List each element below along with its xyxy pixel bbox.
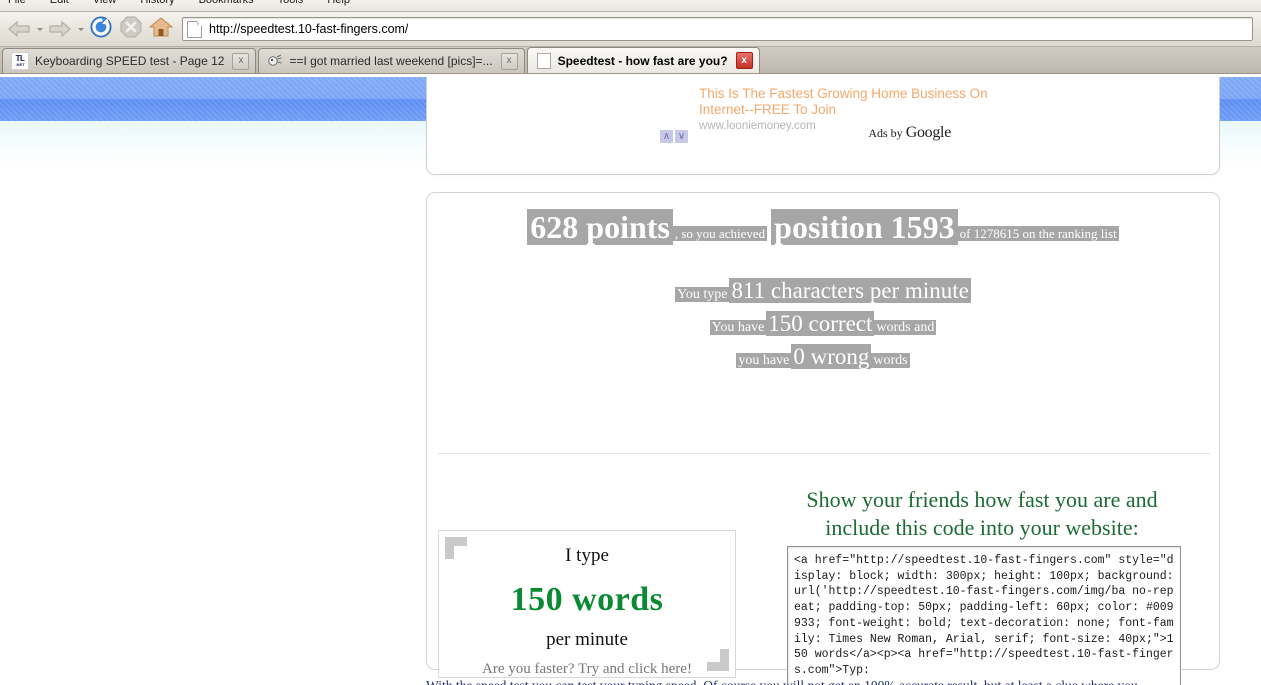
menu-item-bookmarks[interactable]: Bookmarks [197,0,256,6]
arrow-right-icon [48,19,72,39]
reload-icon [89,15,113,44]
points-connector: , so you achieved [672,226,768,241]
corner-bracket-top-left-icon [445,537,467,559]
generic-site-favicon-icon [267,53,283,69]
share-code-heading: Show your friends how fast you are and i… [767,486,1197,542]
share-heading-line2: include this code into your website: [825,515,1139,540]
forward-history-dropdown[interactable] [75,15,86,43]
page-viewport: This Is The Fastest Growing Home Busines… [0,77,1261,685]
position-suffix: of 1278615 on the ranking list [957,226,1119,241]
correct-prefix: You have [709,320,767,335]
wrong-suffix: words [871,353,910,368]
address-bar-text[interactable]: http://speedtest.10-fast-fingers.com/ [209,22,408,36]
page-icon [187,20,202,38]
tab-speedtest[interactable]: Speedtest - how fast are you? x [526,47,760,73]
footer-description: With the speed test you can test your ty… [426,678,1261,685]
forward-button[interactable] [45,15,75,43]
navigation-toolbar: http://speedtest.10-fast-fingers.com/ [0,12,1261,46]
tab-close-icon[interactable]: x [735,52,753,69]
back-button[interactable] [4,15,34,43]
stop-icon [120,16,142,43]
tab-close-icon[interactable]: x [500,52,518,70]
ad-headline-line1[interactable]: This Is The Fastest Growing Home Busines… [699,86,1169,102]
badge-preview[interactable]: I type 150 words per minute Are you fast… [438,530,736,678]
position-value: position 1593 [771,209,958,245]
reload-button[interactable] [86,15,116,43]
back-history-dropdown[interactable] [34,15,45,43]
embed-code-textarea[interactable]: <a href="http://speedtest.10-fast-finger… [787,546,1181,685]
result-summary: 628 points, so you achieved position 159… [427,209,1219,246]
menu-item-view[interactable]: View [91,0,119,6]
points-value: 628 points [527,209,673,245]
share-heading-line1: Show your friends how fast you are and [806,487,1158,512]
advertisement-panel: This Is The Fastest Growing Home Busines… [426,77,1220,175]
tab-title: ==I got married last weekend [pics]=... [289,54,493,68]
tab-title: Keyboarding SPEED test - Page 12 [35,54,225,68]
cpm-value: 811 characters per minute [729,278,971,303]
badge-call-to-action[interactable]: Are you faster? Try and click here! [439,661,735,678]
home-button[interactable] [146,15,176,43]
wrong-words-line: you have 0 wrong words [427,342,1219,375]
tab-strip: TL .NET Keyboarding SPEED test - Page 12 … [0,46,1261,73]
correct-words-line: You have 150 correct words and [427,309,1219,342]
section-divider [438,453,1210,454]
badge-unit: per minute [546,629,628,650]
tl-net-favicon-icon: TL .NET [11,52,29,70]
cpm-prefix: You type [675,287,730,302]
ad-pager: ∧ ∨ [660,130,688,143]
menu-item-help[interactable]: Help [325,0,352,6]
menu-item-file[interactable]: File [6,0,28,6]
google-wordmark: Google [905,124,952,141]
correct-value: 150 correct [766,311,875,336]
corner-bracket-bottom-right-icon [707,649,729,671]
tab-keyboarding-speed-test[interactable]: TL .NET Keyboarding SPEED test - Page 12 … [2,48,257,73]
tab-i-got-married[interactable]: ==I got married last weekend [pics]=... … [258,48,525,73]
badge-wpm: 150 words [510,581,664,618]
browser-window: File Edit View History Bookmarks Tools H… [0,0,1261,685]
wrong-value: 0 wrong [791,344,872,369]
tab-title: Speedtest - how fast are you? [557,53,728,68]
ad-headline-line2[interactable]: Internet--FREE To Join [699,102,1169,118]
result-panel: 628 points, so you achieved position 159… [426,192,1220,685]
menu-item-history[interactable]: History [138,0,176,6]
cpm-line: You type 811 characters per minute [427,276,1219,309]
wrong-prefix: you have [736,353,792,368]
ads-by-prefix: Ads by [868,126,906,140]
embed-code-text[interactable]: <a href="http://speedtest.10-fast-finger… [794,553,1176,679]
menu-item-tools[interactable]: Tools [276,0,306,6]
address-bar[interactable]: http://speedtest.10-fast-fingers.com/ [182,17,1253,41]
document-favicon-icon [536,52,552,69]
menu-bar: File Edit View History Bookmarks Tools H… [0,0,1261,12]
result-details: You type 811 characters per minute You ha… [427,276,1219,375]
home-icon [148,16,174,43]
browser-chrome: File Edit View History Bookmarks Tools H… [0,0,1261,74]
tab-close-icon[interactable]: x [232,52,250,70]
ad-pager-down-icon[interactable]: ∨ [675,130,688,143]
stop-button[interactable] [116,15,146,43]
ad-pager-up-icon[interactable]: ∧ [660,130,673,143]
menu-item-edit[interactable]: Edit [48,0,71,6]
ads-by-google-label[interactable]: Ads by Google [868,124,951,142]
arrow-left-icon [7,19,31,39]
badge-intro: I type [565,545,609,566]
correct-suffix: words and [874,320,937,335]
